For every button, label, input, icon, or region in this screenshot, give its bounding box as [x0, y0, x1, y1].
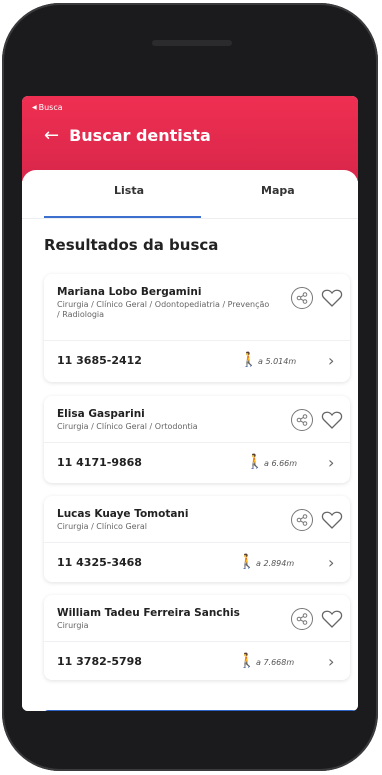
- tab-divider: [22, 218, 358, 219]
- dentist-specialties: Cirurgia / Clínico Geral / Ortodontia: [57, 422, 198, 431]
- result-card[interactable]: Lucas Kuaye Tomotani Cirurgia / Clínico …: [44, 496, 350, 582]
- chevron-right-icon[interactable]: ›: [328, 351, 334, 370]
- result-card[interactable]: Elisa Gasparini Cirurgia / Clínico Geral…: [44, 396, 350, 483]
- dentist-phone[interactable]: 11 3782-5798: [57, 655, 142, 668]
- result-card[interactable]: Mariana Lobo Bergamini Cirurgia / Clínic…: [44, 274, 350, 382]
- dentist-name: Elisa Gasparini: [57, 408, 145, 420]
- dentist-name: Lucas Kuaye Tomotani: [57, 508, 189, 520]
- dentist-specialties: Cirurgia / Clínico Geral / Odontopediatr…: [57, 300, 270, 319]
- tab-lista[interactable]: Lista: [114, 184, 144, 197]
- share-button[interactable]: [291, 608, 313, 630]
- dentist-specialties: Cirurgia: [57, 621, 89, 630]
- walking-person-icon: 🚶: [246, 454, 264, 470]
- dentist-phone[interactable]: 11 4325-3468: [57, 556, 142, 569]
- share-icon: [296, 414, 308, 426]
- card-divider: [44, 542, 350, 543]
- dentist-specialties: Cirurgia / Clínico Geral: [57, 522, 147, 531]
- card-divider: [44, 442, 350, 443]
- favorite-heart-icon[interactable]: [320, 286, 344, 310]
- page-title: Buscar dentista: [69, 126, 211, 145]
- share-icon: [296, 292, 308, 304]
- chevron-right-icon[interactable]: ›: [328, 453, 334, 472]
- result-card[interactable]: William Tadeu Ferreira Sanchis Cirurgia …: [44, 595, 350, 680]
- back-small-label: Busca: [38, 103, 63, 112]
- tab-mapa[interactable]: Mapa: [261, 184, 295, 197]
- chevron-right-icon[interactable]: ›: [328, 553, 334, 572]
- dentist-phone[interactable]: 11 3685-2412: [57, 354, 142, 367]
- walking-person-icon: 🚶: [238, 554, 256, 570]
- back-arrow-icon[interactable]: ←: [44, 126, 59, 145]
- phone-frame: ◀ Busca ← Buscar dentista Lista Mapa Res…: [2, 3, 378, 771]
- distance-label: a 2.894m: [256, 559, 295, 568]
- results-title: Resultados da busca: [44, 236, 219, 254]
- distance-label: a 7.668m: [256, 658, 295, 667]
- back-to-search-link[interactable]: ◀ Busca: [32, 103, 63, 112]
- favorite-heart-icon[interactable]: [320, 408, 344, 432]
- bottom-action-bar[interactable]: [44, 710, 358, 711]
- share-icon: [296, 613, 308, 625]
- back-triangle-icon: ◀: [32, 104, 37, 111]
- distance-label: a 5.014m: [258, 357, 297, 366]
- distance-label: a 6.66m: [264, 459, 298, 468]
- tab-bar: Lista Mapa: [22, 184, 358, 218]
- dentist-name: William Tadeu Ferreira Sanchis: [57, 607, 240, 619]
- speaker-grille: [152, 40, 232, 46]
- app-screen: ◀ Busca ← Buscar dentista Lista Mapa Res…: [22, 96, 358, 711]
- share-button[interactable]: [291, 409, 313, 431]
- favorite-heart-icon[interactable]: [320, 607, 344, 631]
- walking-person-icon: 🚶: [240, 352, 258, 368]
- walking-person-icon: 🚶: [238, 653, 256, 669]
- card-divider: [44, 340, 350, 341]
- favorite-heart-icon[interactable]: [320, 508, 344, 532]
- title-row: ← Buscar dentista: [44, 126, 211, 145]
- dentist-name: Mariana Lobo Bergamini: [57, 286, 202, 298]
- chevron-right-icon[interactable]: ›: [328, 652, 334, 671]
- share-button[interactable]: [291, 509, 313, 531]
- share-button[interactable]: [291, 287, 313, 309]
- content-sheet: Lista Mapa Resultados da busca Mariana L…: [22, 170, 358, 711]
- header: ◀ Busca ← Buscar dentista: [22, 96, 358, 181]
- card-divider: [44, 641, 350, 642]
- dentist-phone[interactable]: 11 4171-9868: [57, 456, 142, 469]
- share-icon: [296, 514, 308, 526]
